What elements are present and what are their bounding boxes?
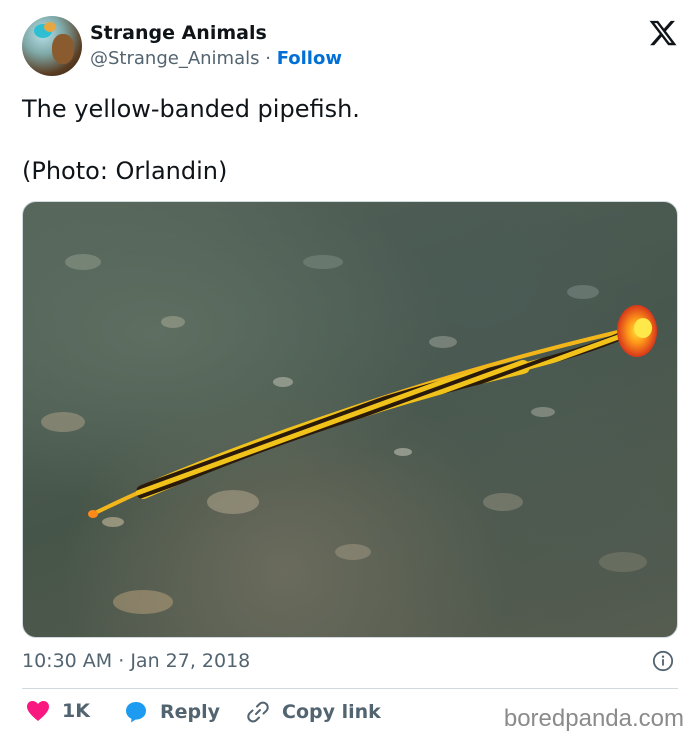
copy-link-button[interactable]: Copy link (246, 700, 381, 724)
author-handle[interactable]: @Strange_Animals (90, 48, 260, 69)
author-handle-line: @Strange_Animals · Follow (90, 48, 342, 69)
follow-button[interactable]: Follow (277, 48, 342, 69)
like-button[interactable]: 1K (26, 700, 90, 722)
divider (22, 688, 678, 689)
tweet-time[interactable]: 10:30 AM (22, 650, 112, 672)
heart-icon (27, 701, 49, 721)
like-count: 1K (62, 700, 90, 722)
link-icon (247, 701, 269, 723)
author-name[interactable]: Strange Animals (90, 22, 267, 44)
reply-label: Reply (160, 701, 221, 723)
avatar[interactable] (22, 16, 82, 76)
info-icon[interactable] (652, 650, 674, 672)
x-logo-icon[interactable] (648, 18, 678, 48)
watermark: boredpanda.com (503, 705, 684, 732)
tweet-photo[interactable] (22, 201, 678, 638)
separator: · (265, 48, 271, 69)
tweet-date[interactable]: Jan 27, 2018 (130, 650, 250, 672)
tweet-header: Strange Animals @Strange_Animals · Follo… (22, 16, 678, 78)
meta-separator: · (118, 650, 125, 672)
tweet-meta: 10:30 AM · Jan 27, 2018 (22, 650, 250, 672)
tweet-text: The yellow-banded pipefish. (Photo: Orla… (22, 95, 360, 185)
reply-button[interactable]: Reply (124, 700, 220, 724)
reply-bubble-icon (126, 702, 146, 723)
copy-link-label: Copy link (282, 701, 381, 723)
pipefish-image (41, 254, 657, 614)
